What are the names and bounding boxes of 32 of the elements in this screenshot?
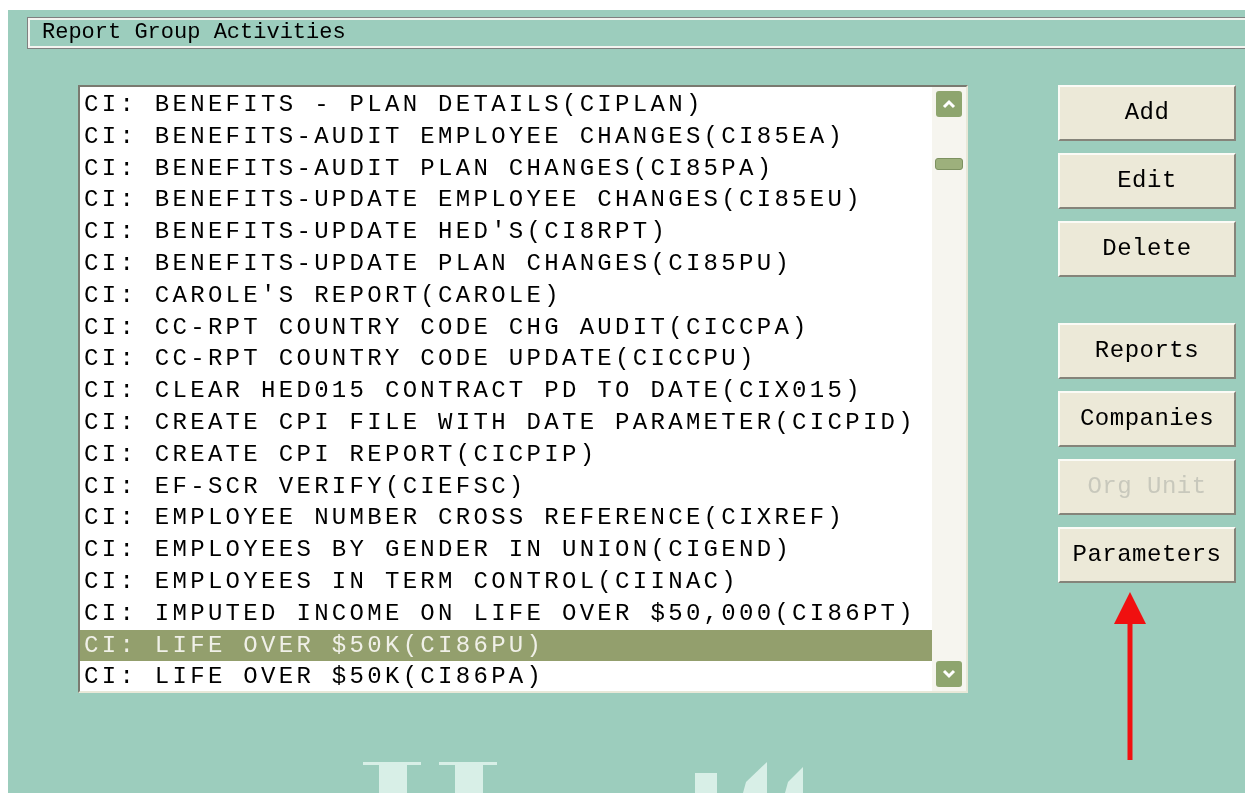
window-title: Report Group Activities: [28, 18, 1245, 48]
list-item[interactable]: CI: BENEFITS-UPDATE PLAN CHANGES(CI85PU): [80, 248, 932, 280]
list-item[interactable]: CI: CAROLE'S REPORT(CAROLE): [80, 279, 932, 312]
list-item[interactable]: CI: BENEFITS-AUDIT PLAN CHANGES(CI85PA): [80, 152, 932, 185]
list-item[interactable]: CI: BENEFITS-UPDATE HED'S(CI8RPT): [80, 216, 932, 248]
action-button[interactable]: Edit: [1058, 153, 1236, 209]
chevron-down-icon: [942, 669, 956, 679]
list-item[interactable]: CI: EMPLOYEES IN TERM CONTROL(CIINAC): [80, 565, 932, 598]
chevron-up-icon: [942, 99, 956, 109]
action-button[interactable]: Add: [1058, 85, 1236, 141]
scroll-thumb[interactable]: [935, 158, 963, 170]
list-item[interactable]: CI: EMPLOYEES BY GENDER IN UNION(CIGEND): [80, 534, 932, 566]
list-item[interactable]: CI: BENEFITS-AUDIT EMPLOYEE CHANGES(CI85EA): [80, 120, 932, 153]
list-item[interactable]: CI: CC-RPT COUNTRY CODE CHG AUDIT(CICCPA): [80, 311, 932, 344]
action-button[interactable]: Reports: [1058, 323, 1236, 379]
action-button[interactable]: Parameters: [1058, 527, 1236, 583]
list-item[interactable]: CI: IMPUTED INCOME ON LIFE OVER $50,000(CI86PT): [80, 597, 932, 630]
list-item[interactable]: CI: BENEFITS-UPDATE EMPLOYEE CHANGES(CI85EU): [80, 184, 932, 217]
list-item[interactable]: CI: EF-SCR VERIFY(CIEFSC): [80, 470, 932, 503]
action-button[interactable]: Companies: [1058, 391, 1236, 447]
list-item[interactable]: CI: CLEAR HED015 CONTRACT PD TO DATE(CIX015): [80, 375, 932, 407]
scroll-up-button[interactable]: [936, 91, 962, 117]
list-item[interactable]: CI: CC-RPT COUNTRY CODE UPDATE(CICCPU): [80, 343, 932, 376]
scrollbar[interactable]: [932, 87, 966, 691]
list-item[interactable]: CI: CREATE CPI REPORT(CICPIP): [80, 438, 932, 471]
list-item[interactable]: CI: CREATE CPI FILE WITH DATE PARAMETER(CICPID): [80, 406, 932, 439]
list-item[interactable]: CI: BENEFITS - PLAN DETAILS(CIPLAN): [80, 89, 932, 121]
list-item[interactable]: CI: LIFE OVER $50K(CI86PA): [80, 661, 932, 694]
action-button[interactable]: Delete: [1058, 221, 1236, 277]
report-list[interactable]: [78, 85, 968, 693]
list-item[interactable]: CI: EMPLOYEE NUMBER CROSS REFERENCE(CIXREF): [80, 502, 932, 535]
scroll-down-button[interactable]: [936, 661, 962, 687]
